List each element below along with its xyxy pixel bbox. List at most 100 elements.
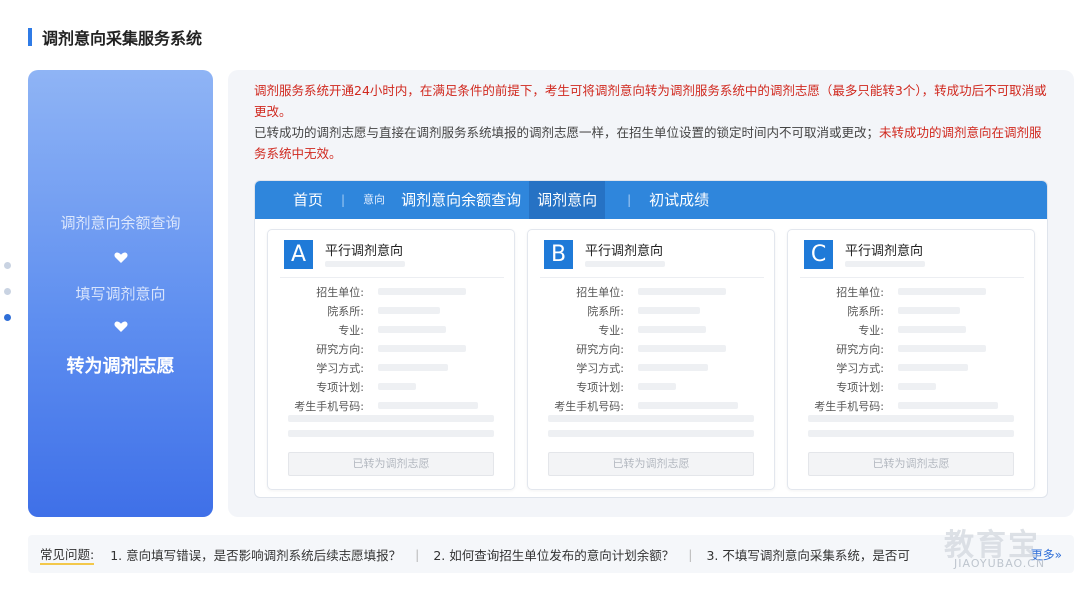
notice-text: 调剂服务系统开通24小时内，在满足条件的前提下，考生可将调剂意向转为调剂服务系统… bbox=[254, 80, 1054, 164]
placeholder-line bbox=[378, 402, 478, 409]
step-balance-query[interactable]: 调剂意向余额查询 bbox=[28, 212, 213, 233]
carousel-dot-2[interactable] bbox=[4, 288, 11, 295]
card-field-label: 招生单位: bbox=[316, 286, 364, 299]
nav-intent[interactable]: 调剂意向 bbox=[529, 181, 606, 219]
card-field-label: 学习方式: bbox=[316, 362, 364, 375]
placeholder-line bbox=[898, 364, 968, 371]
nav-exam-score[interactable]: 初试成绩 bbox=[641, 181, 717, 219]
placeholder-line bbox=[845, 261, 925, 267]
card-field-label: 学习方式: bbox=[836, 362, 884, 375]
carousel-dots[interactable] bbox=[4, 262, 14, 340]
system-nav-bar: 首页 | 意向 调剂意向余额查询 调剂意向 | 初试成绩 bbox=[255, 181, 1047, 219]
placeholder-line bbox=[548, 415, 754, 422]
nav-balance-query[interactable]: 调剂意向余额查询 bbox=[393, 181, 529, 219]
intent-card: C 平行调剂意向招生单位: 院系所: 专业: 研究方向: 学习方式: 专项计划: 考生手机号码… bbox=[787, 229, 1035, 490]
intent-card: A 平行调剂意向招生单位: 院系所: 专业: 研究方向: 学习方式: 专项计划: 考生手机号码… bbox=[267, 229, 515, 490]
card-field-label: 考生手机号码: bbox=[814, 400, 884, 413]
card-letter-badge: C bbox=[804, 240, 833, 269]
steps-panel: 调剂意向余额查询 填写调剂意向 转为调剂志愿 bbox=[28, 70, 213, 517]
card-title: 平行调剂意向 bbox=[845, 244, 924, 259]
placeholder-line bbox=[638, 345, 726, 352]
placeholder-line bbox=[898, 307, 960, 314]
card-field-label: 研究方向: bbox=[316, 343, 364, 356]
placeholder-line bbox=[638, 288, 726, 295]
card-field-label: 研究方向: bbox=[836, 343, 884, 356]
placeholder-line bbox=[288, 415, 494, 422]
placeholder-line bbox=[378, 383, 416, 390]
placeholder-line bbox=[378, 345, 466, 352]
notice-paragraph-2: 已转成功的调剂志愿与直接在调剂服务系统填报的调剂志愿一样，在招生单位设置的锁定时… bbox=[254, 122, 1054, 164]
carousel-dot-1[interactable] bbox=[4, 262, 11, 269]
card-divider bbox=[280, 277, 504, 278]
card-field-label: 专项计划: bbox=[316, 381, 364, 394]
card-field-label: 院系所: bbox=[847, 305, 884, 318]
placeholder-line bbox=[638, 364, 708, 371]
heart-arrow-icon bbox=[114, 321, 128, 332]
placeholder-line bbox=[808, 415, 1014, 422]
converted-volunteer-button[interactable]: 已转为调剂志愿 bbox=[548, 452, 754, 476]
card-field-label: 专业: bbox=[598, 324, 624, 337]
main-panel: 调剂服务系统开通24小时内，在满足条件的前提下，考生可将调剂意向转为调剂服务系统… bbox=[228, 70, 1074, 517]
system-preview: 首页 | 意向 调剂意向余额查询 调剂意向 | 初试成绩 A 平行调剂意向招生单位… bbox=[254, 180, 1048, 498]
nav-intent-small[interactable]: 意向 bbox=[355, 181, 393, 219]
card-field-label: 院系所: bbox=[587, 305, 624, 318]
placeholder-line bbox=[898, 326, 966, 333]
page-title-text: 调剂意向采集服务系统 bbox=[42, 29, 203, 48]
card-field-label: 院系所: bbox=[327, 305, 364, 318]
card-title: 平行调剂意向 bbox=[325, 244, 404, 259]
placeholder-line bbox=[898, 402, 998, 409]
faq-item-3[interactable]: 3. 不填写调剂意向采集系统，是否可 bbox=[706, 545, 909, 564]
placeholder-line bbox=[288, 430, 494, 437]
card-divider bbox=[540, 277, 764, 278]
converted-volunteer-button[interactable]: 已转为调剂志愿 bbox=[808, 452, 1014, 476]
card-field-label: 考生手机号码: bbox=[294, 400, 364, 413]
faq-separator: | bbox=[688, 546, 693, 562]
card-field-label: 招生单位: bbox=[836, 286, 884, 299]
placeholder-line bbox=[378, 326, 446, 333]
card-field-label: 招生单位: bbox=[576, 286, 624, 299]
card-letter-badge: A bbox=[284, 240, 313, 269]
placeholder-line bbox=[898, 345, 986, 352]
placeholder-line bbox=[638, 326, 706, 333]
card-field-label: 考生手机号码: bbox=[554, 400, 624, 413]
placeholder-line bbox=[638, 402, 738, 409]
placeholder-line bbox=[548, 430, 754, 437]
carousel-dot-3[interactable] bbox=[4, 314, 11, 321]
placeholder-line bbox=[898, 383, 936, 390]
placeholder-line bbox=[325, 261, 405, 267]
placeholder-line bbox=[378, 288, 466, 295]
card-field-label: 专业: bbox=[338, 324, 364, 337]
converted-volunteer-button[interactable]: 已转为调剂志愿 bbox=[288, 452, 494, 476]
nav-home[interactable]: 首页 bbox=[285, 181, 331, 219]
placeholder-line bbox=[378, 364, 448, 371]
notice-p2-gray: 已转成功的调剂志愿与直接在调剂服务系统填报的调剂志愿一样，在招生单位设置的锁定时… bbox=[254, 125, 880, 140]
nav-separator: | bbox=[341, 193, 346, 207]
placeholder-line bbox=[585, 261, 665, 267]
card-field-label: 专项计划: bbox=[576, 381, 624, 394]
placeholder-line bbox=[638, 307, 700, 314]
card-divider bbox=[800, 277, 1024, 278]
faq-separator: | bbox=[415, 546, 420, 562]
nav-separator: | bbox=[627, 193, 632, 207]
watermark-sub: JIAOYUBAO.CN bbox=[954, 557, 1046, 570]
card-field-label: 专项计划: bbox=[836, 381, 884, 394]
placeholder-line bbox=[808, 430, 1014, 437]
faq-item-1[interactable]: 1. 意向填写错误，是否影响调剂系统后续志愿填报？ bbox=[110, 545, 401, 564]
notice-paragraph-1: 调剂服务系统开通24小时内，在满足条件的前提下，考生可将调剂意向转为调剂服务系统… bbox=[254, 83, 1047, 119]
card-letter-badge: B bbox=[544, 240, 573, 269]
card-field-label: 学习方式: bbox=[576, 362, 624, 375]
card-title: 平行调剂意向 bbox=[585, 244, 664, 259]
heart-arrow-icon bbox=[114, 252, 128, 263]
intent-card: B 平行调剂意向招生单位: 院系所: 专业: 研究方向: 学习方式: 专项计划: 考生手机号码… bbox=[527, 229, 775, 490]
card-field-label: 研究方向: bbox=[576, 343, 624, 356]
step-fill-intent[interactable]: 填写调剂意向 bbox=[28, 283, 213, 304]
title-accent-bar bbox=[28, 28, 32, 46]
faq-bar: 常见问题: 1. 意向填写错误，是否影响调剂系统后续志愿填报？ | 2. 如何查… bbox=[28, 535, 1074, 573]
step-convert-volunteer[interactable]: 转为调剂志愿 bbox=[28, 352, 213, 378]
card-field-label: 专业: bbox=[858, 324, 884, 337]
watermark-logo: 教育宝 JIAOYUBAO.CN bbox=[944, 520, 1060, 570]
placeholder-line bbox=[898, 288, 986, 295]
placeholder-line bbox=[638, 383, 676, 390]
faq-item-2[interactable]: 2. 如何查询招生单位发布的意向计划余额？ bbox=[433, 545, 674, 564]
faq-label: 常见问题: bbox=[40, 544, 95, 565]
